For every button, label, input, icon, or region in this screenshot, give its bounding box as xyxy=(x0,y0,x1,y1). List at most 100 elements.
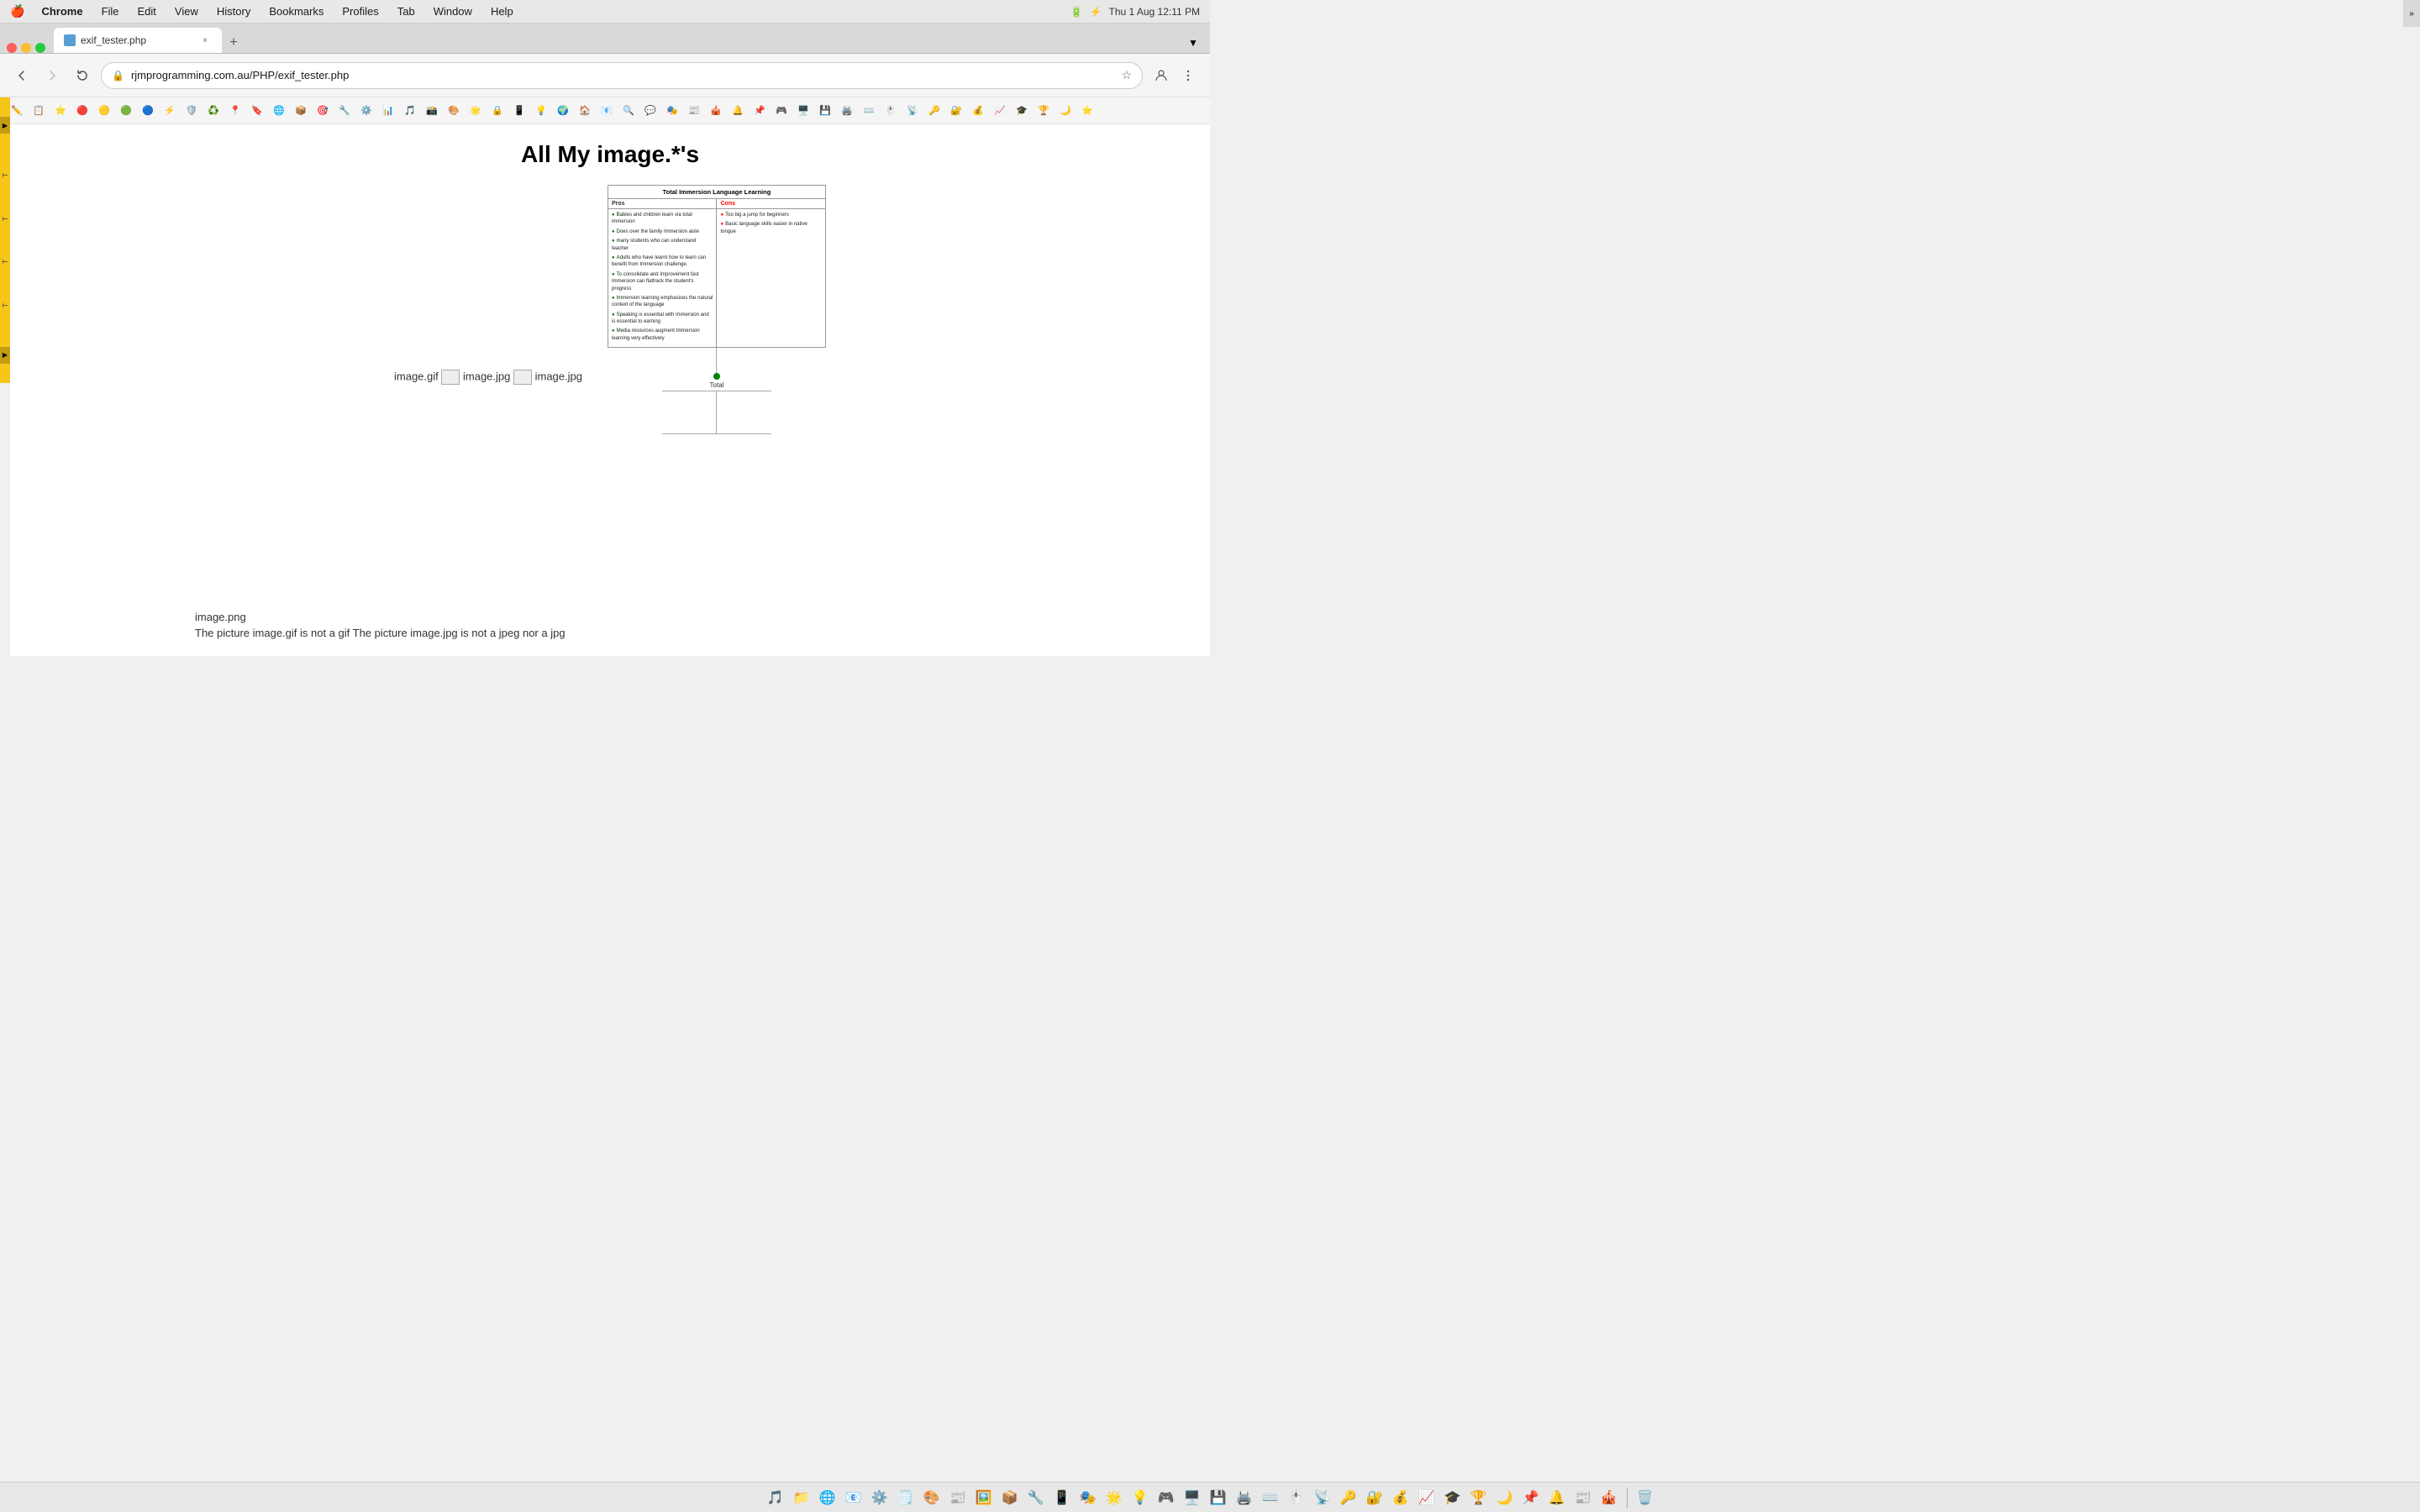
menu-view[interactable]: View xyxy=(171,3,202,19)
dock-icon-monitor[interactable]: 🖥️ xyxy=(1181,1486,1204,1509)
dock-icon-files[interactable]: 📁 xyxy=(790,1486,813,1509)
sidebar-arrow-down[interactable]: ▶ xyxy=(0,347,10,364)
bookmark-item-18[interactable]: 🎵 xyxy=(400,101,420,121)
bookmark-item-43[interactable]: 🔐 xyxy=(946,101,966,121)
bookmark-item-22[interactable]: 🔒 xyxy=(487,101,508,121)
bookmark-item-38[interactable]: 🖨️ xyxy=(837,101,857,121)
close-window-btn[interactable] xyxy=(7,43,17,53)
maximize-window-btn[interactable] xyxy=(35,43,45,53)
sidebar-arrow-up[interactable]: ▶ xyxy=(0,117,10,134)
bookmark-item-11[interactable]: 🔖 xyxy=(247,101,267,121)
bookmark-item-6[interactable]: 🔵 xyxy=(138,101,158,121)
menu-profiles[interactable]: Profiles xyxy=(339,3,381,19)
dock-icon-key[interactable]: 🔑 xyxy=(1337,1486,1360,1509)
bookmark-item-2[interactable]: ⭐ xyxy=(50,101,71,121)
dock-icon-mouse[interactable]: 🖱️ xyxy=(1285,1486,1308,1509)
bookmark-item-14[interactable]: 🎯 xyxy=(313,101,333,121)
bookmark-item-30[interactable]: 🎭 xyxy=(662,101,682,121)
bookmark-item-3[interactable]: 🔴 xyxy=(72,101,92,121)
bookmark-item-32[interactable]: 🎪 xyxy=(706,101,726,121)
dock-icon-phone[interactable]: 📱 xyxy=(1050,1486,1074,1509)
dock-icon-print[interactable]: 🖨️ xyxy=(1233,1486,1256,1509)
dock-icon-pin[interactable]: 📌 xyxy=(1519,1486,1543,1509)
menu-edit[interactable]: Edit xyxy=(134,3,160,19)
tab-close-btn[interactable]: × xyxy=(198,34,212,47)
dock-icon-circus[interactable]: 🎪 xyxy=(1597,1486,1621,1509)
bookmark-item-13[interactable]: 📦 xyxy=(291,101,311,121)
dock-icon-tools[interactable]: 🔧 xyxy=(1024,1486,1048,1509)
dock-icon-star[interactable]: 🌟 xyxy=(1102,1486,1126,1509)
bookmark-item-28[interactable]: 🔍 xyxy=(618,101,639,121)
bookmark-item-46[interactable]: 🎓 xyxy=(1012,101,1032,121)
bookmark-item-31[interactable]: 📰 xyxy=(684,101,704,121)
dock-icon-bell[interactable]: 🔔 xyxy=(1545,1486,1569,1509)
bookmark-item-4[interactable]: 🟡 xyxy=(94,101,114,121)
dock-icon-photos[interactable]: 🖼️ xyxy=(972,1486,996,1509)
dock-icon-trash[interactable]: 🗑️ xyxy=(1634,1486,1657,1509)
dock-icon-moon[interactable]: 🌙 xyxy=(1493,1486,1517,1509)
bookmark-item-33[interactable]: 🔔 xyxy=(728,101,748,121)
bookmark-item-12[interactable]: 🌐 xyxy=(269,101,289,121)
forward-btn[interactable] xyxy=(40,64,64,87)
dock-icon-trophy[interactable]: 🏆 xyxy=(1467,1486,1491,1509)
menu-window[interactable]: Window xyxy=(430,3,476,19)
dock-icon-news2[interactable]: 📰 xyxy=(1571,1486,1595,1509)
bookmark-item-39[interactable]: ⌨️ xyxy=(859,101,879,121)
bookmark-item-47[interactable]: 🏆 xyxy=(1034,101,1054,121)
bookmark-item-45[interactable]: 📈 xyxy=(990,101,1010,121)
bookmark-item-35[interactable]: 🎮 xyxy=(771,101,792,121)
bookmark-item-37[interactable]: 💾 xyxy=(815,101,835,121)
bookmark-item-49[interactable]: ⭐ xyxy=(1077,101,1097,121)
dock-icon-mail[interactable]: 📧 xyxy=(842,1486,865,1509)
bookmark-item-15[interactable]: 🔧 xyxy=(334,101,355,121)
bookmark-item-19[interactable]: 📸 xyxy=(422,101,442,121)
bookmark-item-40[interactable]: 🖱️ xyxy=(881,101,901,121)
tab-bar-overflow[interactable]: ▼ xyxy=(1183,33,1203,53)
active-tab[interactable]: exif_tester.php × xyxy=(54,28,222,53)
menu-chrome[interactable]: Chrome xyxy=(38,3,86,19)
bookmark-item-5[interactable]: 🟢 xyxy=(116,101,136,121)
bookmark-item-34[interactable]: 📌 xyxy=(750,101,770,121)
url-text[interactable]: rjmprogramming.com.au/PHP/exif_tester.ph… xyxy=(131,69,1114,81)
dock-icon-lock[interactable]: 🔐 xyxy=(1363,1486,1386,1509)
bookmark-item-7[interactable]: ⚡ xyxy=(160,101,180,121)
dock-icon-money[interactable]: 💰 xyxy=(1389,1486,1413,1509)
bookmark-item-25[interactable]: 🌍 xyxy=(553,101,573,121)
bookmark-item-27[interactable]: 📧 xyxy=(597,101,617,121)
profile-btn[interactable] xyxy=(1150,64,1173,87)
dock-icon-antenna[interactable]: 📡 xyxy=(1311,1486,1334,1509)
bookmark-item-17[interactable]: 📊 xyxy=(378,101,398,121)
dock-icon-idea[interactable]: 💡 xyxy=(1128,1486,1152,1509)
dock-icon-art[interactable]: 🎨 xyxy=(920,1486,944,1509)
back-btn[interactable] xyxy=(10,64,34,87)
bookmark-item-21[interactable]: 🌟 xyxy=(466,101,486,121)
reload-btn[interactable] xyxy=(71,64,94,87)
menu-bookmarks[interactable]: Bookmarks xyxy=(266,3,327,19)
minimize-window-btn[interactable] xyxy=(21,43,31,53)
bookmark-item-8[interactable]: 🛡️ xyxy=(182,101,202,121)
dock-icon-news[interactable]: 📰 xyxy=(946,1486,970,1509)
menu-tab[interactable]: Tab xyxy=(394,3,418,19)
dock-icon-pkg[interactable]: 📦 xyxy=(998,1486,1022,1509)
bookmark-item-29[interactable]: 💬 xyxy=(640,101,660,121)
dock-icon-game[interactable]: 🎮 xyxy=(1155,1486,1178,1509)
bookmark-star-icon[interactable]: ☆ xyxy=(1121,68,1132,82)
menu-history[interactable]: History xyxy=(213,3,254,19)
bookmark-item-9[interactable]: ♻️ xyxy=(203,101,224,121)
bookmark-item-16[interactable]: ⚙️ xyxy=(356,101,376,121)
bookmark-item-42[interactable]: 🔑 xyxy=(924,101,944,121)
bookmark-item-48[interactable]: 🌙 xyxy=(1055,101,1076,121)
dock-icon-keyboard[interactable]: ⌨️ xyxy=(1259,1486,1282,1509)
menu-help[interactable]: Help xyxy=(487,3,517,19)
new-tab-btn[interactable]: + xyxy=(224,33,244,53)
menu-file[interactable]: File xyxy=(98,3,123,19)
bookmark-item-23[interactable]: 📱 xyxy=(509,101,529,121)
bookmark-item-41[interactable]: 📡 xyxy=(902,101,923,121)
menu-btn[interactable] xyxy=(1176,64,1200,87)
bookmark-item-20[interactable]: 🎨 xyxy=(444,101,464,121)
bookmark-item-26[interactable]: 🏠 xyxy=(575,101,595,121)
apple-logo-icon[interactable]: 🍎 xyxy=(10,4,24,18)
address-bar[interactable]: 🔒 rjmprogramming.com.au/PHP/exif_tester.… xyxy=(101,62,1143,89)
dock-icon-settings[interactable]: ⚙️ xyxy=(868,1486,892,1509)
dock-icon-music[interactable]: 🎵 xyxy=(764,1486,787,1509)
